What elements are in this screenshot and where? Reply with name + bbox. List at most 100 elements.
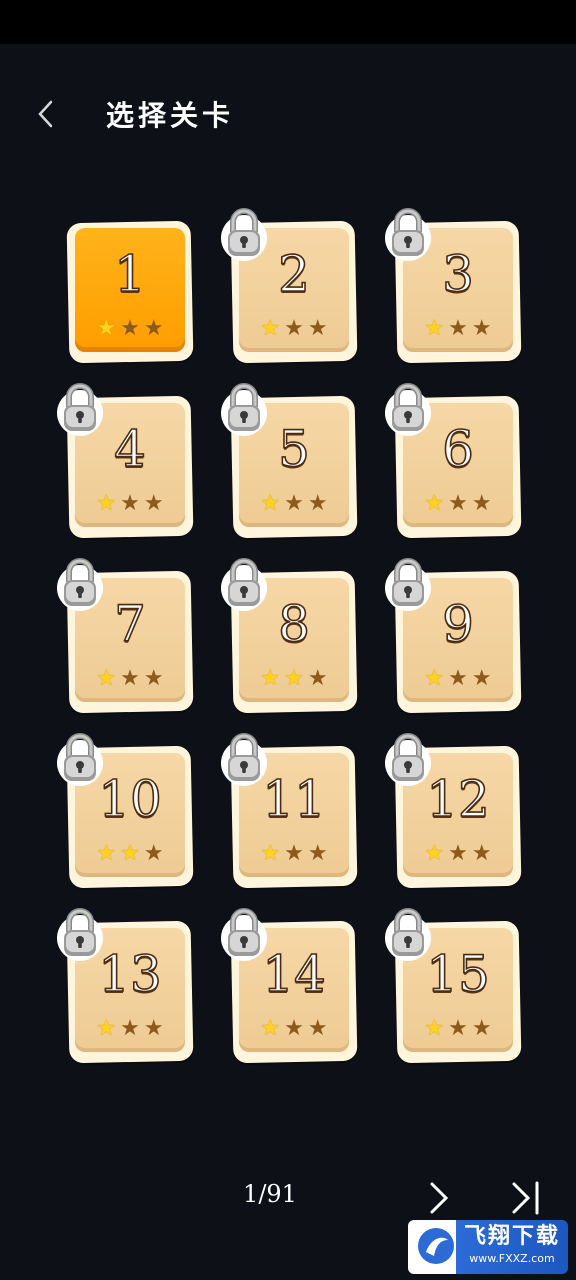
star-icon: ★: [96, 841, 117, 866]
star-icon: ★: [307, 666, 328, 691]
level-tile[interactable]: 2 ★ ★ ★: [221, 208, 358, 364]
star-icon: ★: [96, 316, 117, 341]
star-icon: ★: [120, 666, 140, 691]
star-icon: ★: [96, 666, 117, 691]
last-page-button[interactable]: [506, 1176, 550, 1220]
star-rating: ★ ★ ★: [232, 318, 356, 340]
level-tile[interactable]: 14 ★ ★ ★: [221, 908, 358, 1064]
star-icon: ★: [307, 1016, 328, 1041]
star-icon: ★: [143, 666, 164, 691]
star-icon: ★: [424, 841, 445, 866]
padlock-icon: [56, 379, 104, 437]
star-rating: ★ ★ ★: [232, 843, 356, 865]
star-rating: ★ ★ ★: [68, 1018, 192, 1040]
level-tile[interactable]: 7 ★ ★ ★: [57, 558, 194, 714]
padlock-icon: [56, 904, 104, 962]
level-tile[interactable]: 9 ★ ★ ★: [385, 558, 522, 714]
status-bar: [0, 0, 576, 44]
level-number: 1: [113, 244, 146, 304]
star-icon: ★: [120, 316, 140, 341]
level-tile[interactable]: 15 ★ ★ ★: [385, 908, 522, 1064]
skip-to-last-icon: [512, 1181, 539, 1215]
star-icon: ★: [260, 316, 281, 341]
header: 选择关卡: [0, 44, 576, 184]
star-rating: ★ ★ ★: [396, 493, 520, 515]
padlock-icon: [56, 729, 104, 787]
watermark-name: 飞翔下载: [463, 1224, 560, 1249]
padlock-icon: [220, 729, 268, 787]
padlock-icon: [220, 554, 268, 612]
star-icon: ★: [120, 1016, 140, 1041]
star-icon: ★: [448, 316, 468, 341]
star-icon: ★: [448, 1016, 468, 1041]
padlock-icon: [220, 204, 268, 262]
chevron-right-icon: [430, 1182, 449, 1214]
star-rating: ★ ★ ★: [68, 843, 192, 865]
watermark: 飞翔下载 www.FXXZ.com: [408, 1220, 568, 1274]
star-icon: ★: [307, 491, 328, 516]
star-rating: ★ ★ ★: [396, 668, 520, 690]
page-title: 选择关卡: [106, 99, 235, 132]
star-icon: ★: [260, 491, 281, 516]
watermark-logo-icon: [418, 1228, 454, 1264]
star-rating: ★ ★ ★: [232, 668, 356, 690]
star-icon: ★: [471, 316, 492, 341]
star-icon: ★: [143, 316, 164, 341]
star-icon: ★: [307, 316, 328, 341]
star-icon: ★: [260, 1016, 281, 1041]
star-icon: ★: [424, 666, 445, 691]
level-tile[interactable]: 13 ★ ★ ★: [57, 908, 194, 1064]
level-tile[interactable]: 11 ★ ★ ★: [221, 733, 358, 889]
star-icon: ★: [424, 1016, 445, 1041]
star-icon: ★: [471, 491, 492, 516]
watermark-url: www.FXXZ.com: [469, 1252, 555, 1265]
padlock-icon: [384, 379, 432, 437]
level-tile[interactable]: 4 ★ ★ ★: [57, 383, 194, 539]
back-button[interactable]: [26, 92, 66, 136]
level-tile[interactable]: 12 ★ ★ ★: [385, 733, 522, 889]
star-icon: ★: [284, 666, 304, 691]
star-icon: ★: [471, 1016, 492, 1041]
star-rating: ★ ★ ★: [232, 1018, 356, 1040]
padlock-icon: [220, 379, 268, 437]
star-rating: ★ ★ ★: [68, 318, 192, 340]
star-rating: ★ ★ ★: [232, 493, 356, 515]
padlock-icon: [384, 729, 432, 787]
chevron-left-icon: [38, 100, 53, 128]
star-icon: ★: [143, 491, 164, 516]
level-tile[interactable]: 1 ★ ★ ★: [66, 220, 194, 364]
star-icon: ★: [143, 841, 164, 866]
star-icon: ★: [471, 666, 492, 691]
star-rating: ★ ★ ★: [68, 668, 192, 690]
level-tile[interactable]: 3 ★ ★ ★: [385, 208, 522, 364]
star-icon: ★: [471, 841, 492, 866]
star-icon: ★: [448, 841, 468, 866]
level-tile[interactable]: 8 ★ ★ ★: [221, 558, 358, 714]
star-icon: ★: [307, 841, 328, 866]
level-tile[interactable]: 10 ★ ★ ★: [57, 733, 194, 889]
star-rating: ★ ★ ★: [396, 318, 520, 340]
star-icon: ★: [143, 1016, 164, 1041]
level-tile[interactable]: 6 ★ ★ ★: [385, 383, 522, 539]
star-rating: ★ ★ ★: [68, 493, 192, 515]
star-icon: ★: [120, 491, 140, 516]
star-icon: ★: [424, 491, 445, 516]
padlock-icon: [220, 904, 268, 962]
padlock-icon: [56, 554, 104, 612]
star-rating: ★ ★ ★: [396, 843, 520, 865]
star-icon: ★: [260, 666, 281, 691]
padlock-icon: [384, 904, 432, 962]
level-tile[interactable]: 5 ★ ★ ★: [221, 383, 358, 539]
star-icon: ★: [424, 316, 445, 341]
padlock-icon: [384, 554, 432, 612]
star-icon: ★: [96, 1016, 117, 1041]
star-rating: ★ ★ ★: [396, 1018, 520, 1040]
star-icon: ★: [260, 841, 281, 866]
star-icon: ★: [284, 316, 304, 341]
star-icon: ★: [284, 491, 304, 516]
next-page-button[interactable]: [420, 1176, 460, 1220]
padlock-icon: [384, 204, 432, 262]
star-icon: ★: [120, 841, 140, 866]
star-icon: ★: [448, 491, 468, 516]
star-icon: ★: [96, 491, 117, 516]
